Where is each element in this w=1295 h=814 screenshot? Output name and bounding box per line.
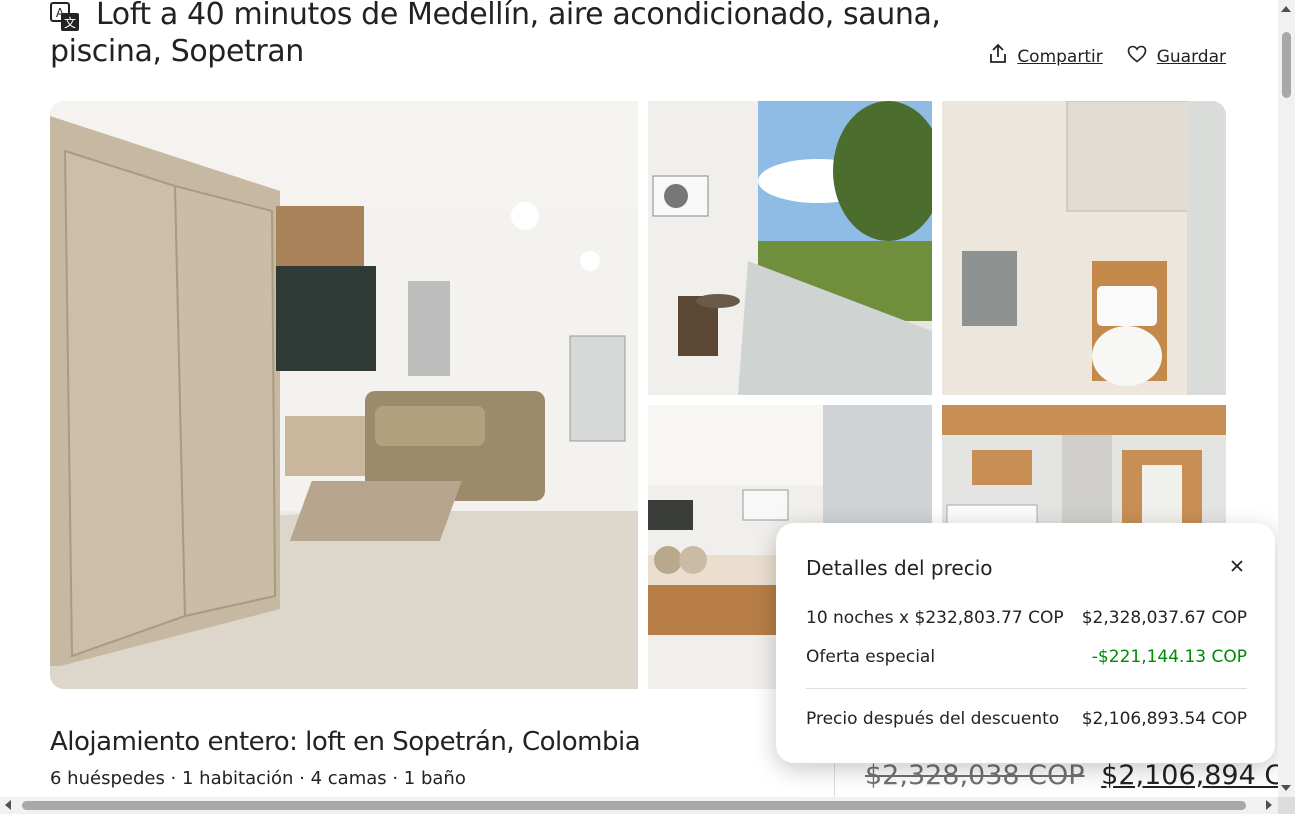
scroll-right-icon[interactable] — [1266, 800, 1272, 810]
photo-living-room[interactable] — [50, 101, 638, 689]
share-button[interactable]: Compartir — [989, 43, 1103, 69]
scrollbar-corner — [1278, 797, 1295, 814]
price-summary[interactable]: $2,328,038 COP $2,106,894 COP — [865, 760, 1295, 791]
scroll-down-icon[interactable] — [1281, 785, 1291, 791]
price-discounted[interactable]: $2,106,894 COP — [1101, 760, 1295, 791]
scroll-left-icon[interactable] — [5, 800, 11, 810]
listing-meta: 6 huéspedes · 1 habitación · 4 camas · 1… — [50, 768, 466, 789]
header-actions: Compartir Guardar — [989, 43, 1226, 69]
popover-title: Detalles del precio — [806, 556, 993, 580]
price-row-total: Precio después del descuento $2,106,893.… — [806, 709, 1247, 729]
price-row-discount-value: -$221,144.13 COP — [1091, 647, 1247, 667]
photo-bathroom[interactable] — [942, 101, 1226, 395]
scroll-up-icon[interactable] — [1281, 6, 1291, 12]
vertical-scroll-thumb[interactable] — [1282, 32, 1291, 98]
heart-icon — [1127, 45, 1147, 68]
price-original: $2,328,038 COP — [865, 760, 1085, 791]
price-row-label: 10 noches x $232,803.77 COP — [806, 608, 1064, 628]
save-button[interactable]: Guardar — [1127, 44, 1226, 69]
share-label: Compartir — [1017, 46, 1103, 67]
price-row-special-offer: Oferta especial -$221,144.13 COP — [806, 647, 1247, 667]
horizontal-scrollbar[interactable] — [0, 797, 1278, 814]
price-details-popover: Detalles del precio 10 noches x $232,803… — [776, 523, 1275, 763]
vertical-scrollbar[interactable] — [1278, 0, 1295, 797]
popover-divider — [806, 688, 1247, 689]
price-row-nights: 10 noches x $232,803.77 COP $2,328,037.6… — [806, 608, 1247, 628]
total-label: Precio después del descuento — [806, 709, 1060, 729]
page-title: Loft a 40 minutos de Medellín, aire acon… — [50, 0, 941, 69]
listing-title: Alojamiento entero: loft en Sopetrán, Co… — [50, 727, 641, 757]
close-icon — [1230, 558, 1244, 577]
photo-balcony[interactable] — [648, 101, 932, 395]
horizontal-scroll-thumb[interactable] — [22, 801, 1246, 810]
total-value: $2,106,893.54 COP — [1081, 709, 1247, 729]
save-label: Guardar — [1156, 46, 1226, 67]
price-row-value: $2,328,037.67 COP — [1081, 608, 1247, 628]
close-button[interactable] — [1225, 555, 1249, 579]
share-icon — [989, 43, 1007, 69]
divider — [834, 760, 835, 800]
price-row-label: Oferta especial — [806, 647, 936, 667]
